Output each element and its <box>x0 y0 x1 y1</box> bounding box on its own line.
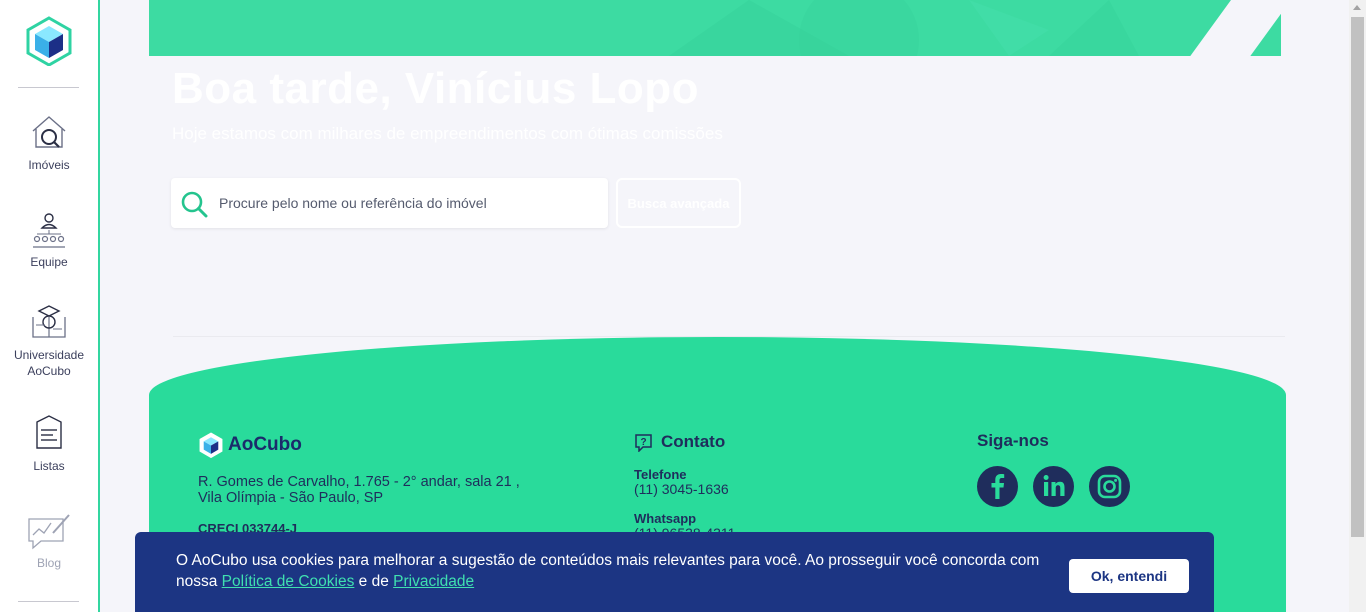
facebook-icon[interactable] <box>977 466 1018 507</box>
sidebar-divider <box>18 601 79 602</box>
search-icon[interactable] <box>180 190 208 218</box>
blog-icon <box>28 514 70 550</box>
scroll-up-arrow-icon[interactable] <box>1353 5 1361 10</box>
search-box <box>171 178 608 228</box>
team-icon <box>33 213 65 248</box>
privacy-link[interactable]: Privacidade <box>393 573 474 590</box>
phone-value[interactable]: (11) 3045-1636 <box>634 481 729 497</box>
hero-pattern <box>669 0 1139 56</box>
cookie-text: e de <box>354 573 394 590</box>
sidebar-item-label: Imóveis <box>28 158 70 172</box>
sidebar-item-imoveis[interactable]: Imóveis <box>0 113 98 173</box>
sidebar-item-blog[interactable]: Blog <box>0 511 98 571</box>
house-search-icon <box>32 116 66 148</box>
sidebar-item-equipe[interactable]: Equipe <box>0 210 98 270</box>
hero-banner <box>149 0 1281 56</box>
phone-label: Telefone <box>634 467 687 482</box>
page-scrollbar[interactable] <box>1349 0 1366 612</box>
contact-title: Contato <box>661 432 726 451</box>
sidebar-item-label: Universidade AoCubo <box>13 348 85 378</box>
svg-text:?: ? <box>640 437 646 448</box>
footer-address: R. Gomes de Carvalho, 1.765 - 2° andar, … <box>198 474 520 506</box>
search-input[interactable] <box>219 190 589 216</box>
sidebar-item-label: Equipe <box>30 255 68 269</box>
sidebar: Imóveis Equipe Universidade AoCubo Lista… <box>0 0 100 612</box>
scrollbar-thumb[interactable] <box>1351 17 1364 537</box>
aocubo-logo-icon <box>199 432 223 458</box>
graduation-book-icon <box>32 305 66 338</box>
sidebar-item-listas[interactable]: Listas <box>0 414 98 474</box>
footer-logo[interactable]: AoCubo <box>199 432 302 458</box>
contact-heading: ? Contato <box>634 432 725 452</box>
aocubo-logo-icon[interactable] <box>26 16 72 66</box>
cookie-policy-link[interactable]: Política de Cookies <box>222 573 355 590</box>
greeting-title: Boa tarde, Vinícius Lopo <box>172 64 700 113</box>
cookie-banner: O AoCubo usa cookies para melhorar a sug… <box>135 532 1214 612</box>
chat-question-icon: ? <box>635 433 652 452</box>
footer-brand-name: AoCubo <box>228 434 302 455</box>
instagram-icon[interactable] <box>1089 466 1130 507</box>
linkedin-icon[interactable] <box>1033 466 1074 507</box>
whatsapp-label: Whatsapp <box>634 511 697 526</box>
sidebar-item-label: Blog <box>36 556 62 570</box>
list-icon <box>36 415 62 449</box>
cookie-accept-button[interactable]: Ok, entendi <box>1069 559 1189 593</box>
greeting-subtitle: Hoje estamos com milhares de empreendime… <box>172 124 723 143</box>
advanced-search-button[interactable]: Busca avançada <box>616 178 741 228</box>
social-heading: Siga-nos <box>977 431 1049 450</box>
sidebar-divider <box>18 87 79 88</box>
sidebar-item-label: Listas <box>33 459 65 473</box>
cookie-message: O AoCubo usa cookies para melhorar a sug… <box>176 550 1046 592</box>
sidebar-item-universidade[interactable]: Universidade AoCubo <box>0 303 98 379</box>
